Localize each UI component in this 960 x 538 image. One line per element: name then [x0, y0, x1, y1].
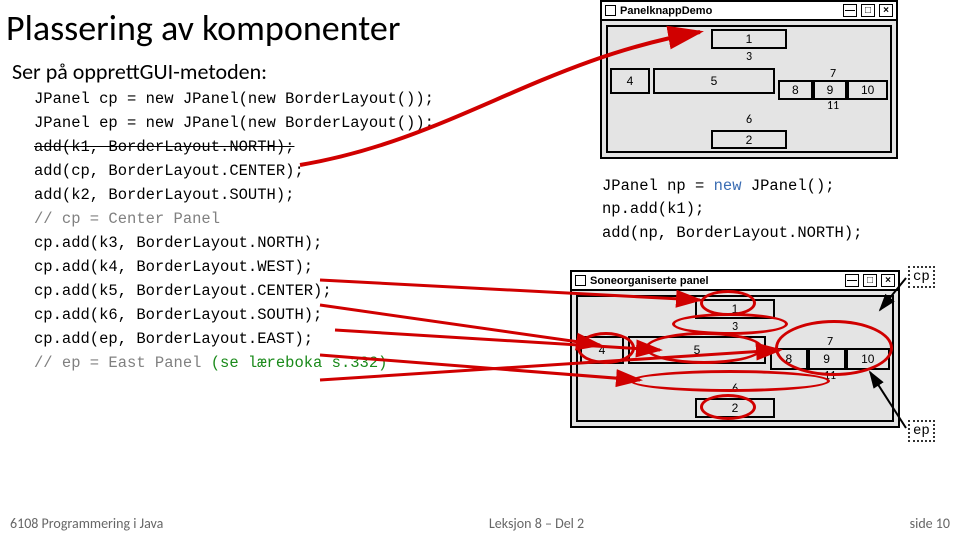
window-soneorganiserte: Soneorganiserte panel — □ × 1 3 4 5 7 8 …: [570, 270, 900, 428]
label-6: 6: [580, 382, 890, 398]
button-2[interactable]: 2: [711, 130, 787, 149]
right-code-snippet: JPanel np = new JPanel(); np.add(k1); ad…: [602, 175, 862, 245]
cp-label: cp: [908, 266, 935, 288]
button-10[interactable]: 10: [846, 348, 891, 370]
button-4[interactable]: 4: [610, 68, 650, 94]
button-8[interactable]: 8: [778, 80, 813, 100]
ep-label: ep: [908, 420, 935, 442]
footer-left: 6108 Programmering i Java: [10, 515, 163, 532]
label-7: 7: [770, 336, 890, 348]
button-9[interactable]: 9: [808, 348, 846, 370]
button-10[interactable]: 10: [847, 80, 888, 100]
maximize-icon[interactable]: □: [863, 274, 877, 287]
button-5[interactable]: 5: [653, 68, 775, 94]
label-6: 6: [610, 113, 888, 129]
minimize-icon[interactable]: —: [845, 274, 859, 287]
footer-center: Leksjon 8 – Del 2: [489, 515, 584, 532]
button-1[interactable]: 1: [711, 29, 787, 49]
label-3: 3: [610, 50, 888, 67]
sysmenu-icon: [605, 5, 616, 16]
window-panelknappdemo: PanelknappDemo — □ × 1 3 4 5 7 8 9 10: [600, 0, 898, 159]
window-title: PanelknappDemo: [620, 5, 712, 17]
close-icon[interactable]: ×: [879, 4, 893, 17]
maximize-icon[interactable]: □: [861, 4, 875, 17]
button-5[interactable]: 5: [628, 336, 766, 364]
button-4[interactable]: 4: [580, 336, 624, 364]
button-2[interactable]: 2: [695, 398, 775, 418]
titlebar: Soneorganiserte panel — □ ×: [572, 272, 898, 291]
titlebar: PanelknappDemo — □ ×: [602, 2, 896, 21]
footer: 6108 Programmering i Java Leksjon 8 – De…: [10, 515, 950, 532]
label-7: 7: [778, 68, 888, 80]
sysmenu-icon: [575, 275, 586, 286]
label-3: 3: [580, 320, 890, 336]
window-title: Soneorganiserte panel: [590, 275, 709, 287]
minimize-icon[interactable]: —: [843, 4, 857, 17]
close-icon[interactable]: ×: [881, 274, 895, 287]
label-11: 11: [770, 370, 890, 382]
button-8[interactable]: 8: [770, 348, 808, 370]
button-9[interactable]: 9: [813, 80, 848, 100]
button-1[interactable]: 1: [695, 299, 775, 319]
footer-right: side 10: [910, 515, 950, 532]
label-11: 11: [778, 100, 888, 112]
